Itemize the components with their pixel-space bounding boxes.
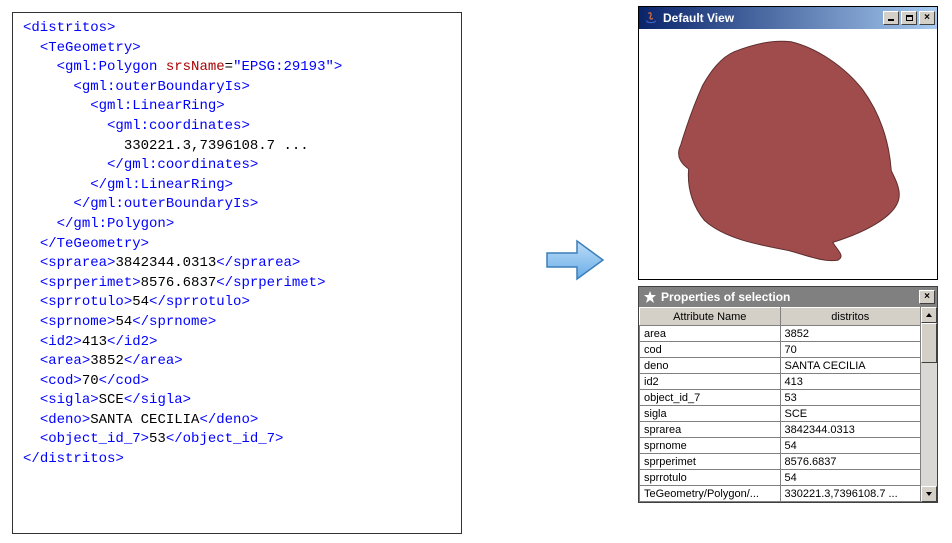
table-row[interactable]: denoSANTA CECILIA xyxy=(640,358,921,374)
val-cell[interactable]: 54 xyxy=(780,470,921,486)
val-cell[interactable]: 70 xyxy=(780,342,921,358)
properties-title: Properties of selection xyxy=(661,290,790,304)
default-view-window: Default View × xyxy=(638,6,938,280)
attr-cell[interactable]: sprarea xyxy=(640,422,781,438)
star-icon xyxy=(643,290,657,304)
properties-close-button[interactable]: × xyxy=(919,290,935,304)
attr-cell[interactable]: TeGeometry/Polygon/... xyxy=(640,486,781,502)
attr-cell[interactable]: deno xyxy=(640,358,781,374)
scroll-up-button[interactable] xyxy=(921,307,937,323)
val-cell[interactable]: 54 xyxy=(780,438,921,454)
val-cell[interactable]: 413 xyxy=(780,374,921,390)
table-row[interactable]: sprperimet8576.6837 xyxy=(640,454,921,470)
table-row[interactable]: TeGeometry/Polygon/...330221.3,7396108.7… xyxy=(640,486,921,502)
table-row[interactable]: siglaSCE xyxy=(640,406,921,422)
table-row[interactable]: object_id_753 xyxy=(640,390,921,406)
val-cell[interactable]: 53 xyxy=(780,390,921,406)
arrow-icon xyxy=(545,235,605,285)
properties-table[interactable]: Attribute Name distritos area3852cod70de… xyxy=(639,307,921,502)
table-row[interactable]: sprrotulo54 xyxy=(640,470,921,486)
minimize-button[interactable] xyxy=(883,11,899,25)
attr-cell[interactable]: sprrotulo xyxy=(640,470,781,486)
col-distritos[interactable]: distritos xyxy=(780,308,921,326)
val-cell[interactable]: 3842344.0313 xyxy=(780,422,921,438)
table-row[interactable]: cod70 xyxy=(640,342,921,358)
val-cell[interactable]: 8576.6837 xyxy=(780,454,921,470)
properties-panel: Properties of selection × Attribute Name… xyxy=(638,286,938,503)
scroll-down-button[interactable] xyxy=(921,486,937,502)
table-row[interactable]: sprarea3842344.0313 xyxy=(640,422,921,438)
attr-cell[interactable]: object_id_7 xyxy=(640,390,781,406)
table-row[interactable]: id2413 xyxy=(640,374,921,390)
properties-titlebar[interactable]: Properties of selection × xyxy=(639,287,937,307)
window-titlebar[interactable]: Default View × xyxy=(639,7,937,29)
window-title: Default View xyxy=(663,11,734,25)
val-cell[interactable]: SCE xyxy=(780,406,921,422)
scroll-thumb[interactable] xyxy=(921,323,937,363)
table-row[interactable]: area3852 xyxy=(640,326,921,342)
table-row[interactable]: sprnome54 xyxy=(640,438,921,454)
maximize-button[interactable] xyxy=(901,11,917,25)
attr-cell[interactable]: area xyxy=(640,326,781,342)
xml-source-panel: <distritos> <TeGeometry> <gml:Polygon sr… xyxy=(12,12,462,534)
attr-cell[interactable]: sprnome xyxy=(640,438,781,454)
attr-cell[interactable]: cod xyxy=(640,342,781,358)
map-canvas[interactable] xyxy=(639,29,937,279)
vertical-scrollbar[interactable] xyxy=(921,307,937,502)
col-attribute-name[interactable]: Attribute Name xyxy=(640,308,781,326)
scroll-track[interactable] xyxy=(921,323,937,486)
close-button[interactable]: × xyxy=(919,11,935,25)
val-cell[interactable]: SANTA CECILIA xyxy=(780,358,921,374)
attr-cell[interactable]: sigla xyxy=(640,406,781,422)
val-cell[interactable]: 3852 xyxy=(780,326,921,342)
attr-cell[interactable]: id2 xyxy=(640,374,781,390)
java-icon xyxy=(643,10,659,26)
attr-cell[interactable]: sprperimet xyxy=(640,454,781,470)
polygon-shape xyxy=(679,41,900,260)
val-cell[interactable]: 330221.3,7396108.7 ... xyxy=(780,486,921,502)
